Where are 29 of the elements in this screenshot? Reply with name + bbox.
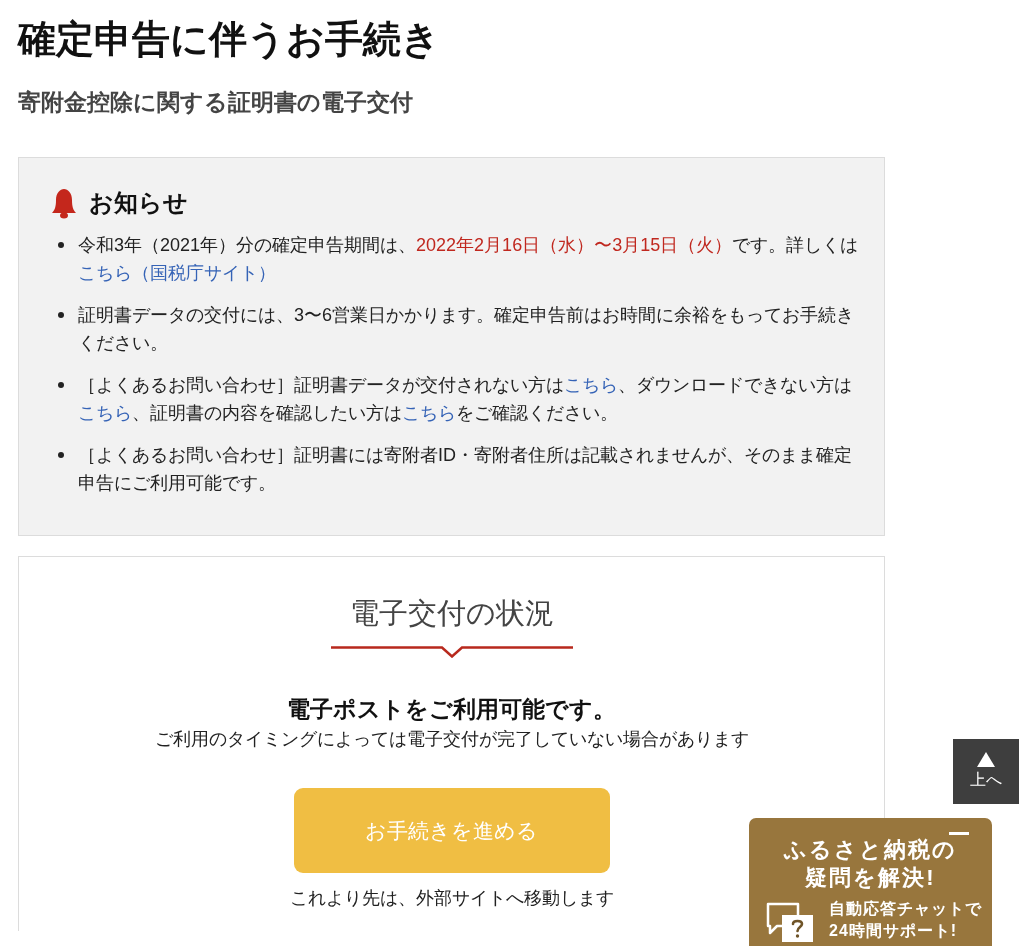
notice-heading: お知らせ	[89, 189, 188, 218]
status-heading: 電子交付の状況	[349, 596, 554, 631]
bell-icon	[49, 187, 79, 219]
triangle-up-icon	[977, 752, 995, 767]
link[interactable]: こちら	[564, 375, 618, 395]
link[interactable]: こちら（国税庁サイト）	[78, 263, 276, 283]
notice-text: ［よくあるお問い合わせ］証明書データが交付されない方はこちら、ダウンロードできない方は こちら、証明書の内容を確認したい方はこちら をご確認ください。	[78, 374, 853, 425]
link[interactable]: こちら	[402, 403, 456, 423]
status-message: 電子ポストをご利用可能です。	[287, 695, 616, 724]
notice-text: 証明書データの交付には、3〜6営業日かかります。確定申告前はお時間に余裕をもってお手続きください。	[78, 304, 856, 355]
page-title: 確定申告に伴うお手続き	[18, 17, 441, 62]
banner-subtitle: 疑問を解決!	[805, 864, 936, 892]
external-site-note: これより先は、外部サイトへ移動します	[289, 887, 614, 910]
bullet-icon	[58, 242, 64, 248]
page-subtitle: 寄附金控除に関する証明書の電子交付	[18, 88, 414, 117]
bullet-icon	[58, 312, 64, 318]
chat-bubbles-icon	[765, 902, 815, 944]
bullet-icon	[58, 452, 64, 458]
notice-text: 令和3年（2021年）分の確定申告期間は、2022年2月16日（水）〜3月15日（火）です。詳しくは こちら（国税庁サイト）	[78, 234, 859, 285]
notice-text: ［よくあるお問い合わせ］証明書には寄附者ID・寄附者住所は記載されませんが、そのまま確定申告にご利用可能です。	[78, 444, 853, 495]
link[interactable]: こちら	[78, 403, 132, 423]
bullet-icon	[58, 382, 64, 388]
chat-banner[interactable]: ふるさと納税の 疑問を解決! 自動応答チャットで 24時間サポート!	[749, 818, 992, 946]
banner-text: 24時間サポート!	[829, 921, 959, 941]
minimize-icon[interactable]	[949, 832, 969, 835]
back-to-top-button[interactable]: 上へ	[953, 739, 1019, 804]
banner-text: 自動応答チャットで	[829, 899, 982, 919]
status-note: ご利用のタイミングによっては電子交付が完了していない場合があります	[154, 728, 749, 751]
banner-title: ふるさと納税の	[784, 836, 957, 864]
